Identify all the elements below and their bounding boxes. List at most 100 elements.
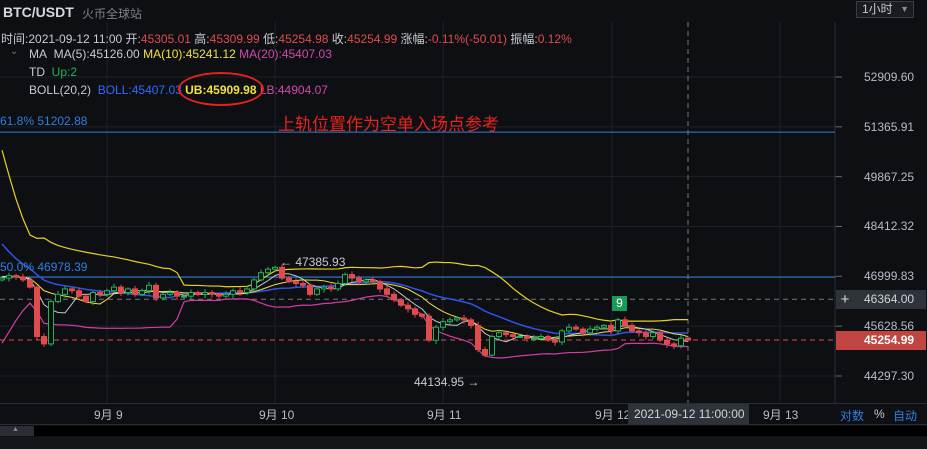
log-scale-toggle[interactable]: 对数	[840, 407, 864, 424]
candle-body	[440, 321, 446, 328]
candle-body	[265, 268, 271, 274]
candle-body	[139, 290, 145, 295]
candle-body	[461, 317, 467, 321]
candle-body	[55, 293, 61, 303]
open-value: 45305.01	[140, 32, 191, 46]
candle-body	[664, 339, 670, 345]
high-label: 高:	[194, 32, 210, 46]
candle-body	[489, 335, 495, 356]
candle-body	[251, 279, 257, 290]
highlight-ellipse	[178, 72, 264, 106]
candle-body	[573, 326, 579, 330]
candle-body	[615, 319, 621, 332]
bottom-bar	[0, 437, 927, 449]
candle-body	[468, 319, 474, 326]
time-value: 2021-09-12 11:00	[28, 32, 123, 46]
price-axis-label: 44297.30	[864, 369, 915, 383]
candle-body	[230, 290, 236, 295]
candle-body	[293, 281, 299, 285]
ma10-value: MA(10):45241.12	[143, 47, 236, 61]
candle-body	[447, 319, 453, 323]
candle-body	[13, 275, 19, 278]
candle-body	[433, 326, 439, 341]
candle-body	[321, 286, 327, 290]
close-label: 收:	[331, 32, 348, 46]
auto-scale-toggle[interactable]: 自动	[893, 407, 917, 424]
candle-body	[174, 292, 180, 297]
x-label: 9月 9	[94, 408, 123, 422]
candle-body	[405, 304, 411, 310]
candle-body	[398, 299, 404, 306]
price-axis-label: 49867.25	[864, 169, 915, 184]
candle-body	[643, 332, 649, 337]
candle-body	[48, 301, 54, 345]
price-axis-label: 52909.60	[864, 70, 915, 84]
candle-body	[678, 337, 684, 347]
candle-body	[608, 324, 614, 332]
candle-body	[531, 337, 537, 340]
amplitude-value: 0.12%	[537, 32, 572, 46]
candle-body	[132, 288, 138, 295]
candle-body	[559, 330, 565, 343]
candle-body	[391, 293, 397, 301]
candle-body	[496, 332, 502, 337]
annotation-text: 上轨位置作为空单入场点参考	[278, 115, 499, 134]
candle-body	[503, 332, 509, 336]
candle-body	[62, 288, 68, 295]
candle-body	[167, 292, 173, 295]
candle-body	[209, 292, 215, 295]
candle-body	[195, 292, 201, 295]
high-marker: ← 47385.93	[280, 255, 346, 269]
candle-body	[300, 283, 306, 286]
boll-lb-value: LB:44904.07	[259, 83, 328, 97]
candle-body	[594, 326, 600, 330]
candle-body	[412, 308, 418, 315]
scrollbar-thumb[interactable]: ▲	[0, 426, 34, 436]
candle-body	[125, 288, 131, 294]
td-legend[interactable]: TD Up:2	[29, 65, 77, 79]
boll-name: BOLL(20,2)	[29, 83, 92, 97]
candle-body	[657, 332, 663, 341]
candle-body	[146, 284, 152, 292]
candle-body	[545, 335, 551, 341]
x-label: 9月 10	[259, 408, 295, 422]
ma5-value: MA(5):45126.00	[53, 47, 140, 61]
candle-body	[223, 293, 229, 297]
price-axis-label: 51365.91	[864, 119, 915, 134]
candle-body	[0, 277, 5, 281]
collapse-chevron-icon[interactable]: ⌄	[10, 46, 18, 57]
time-label: 时间:	[1, 32, 29, 46]
candle-body	[538, 335, 544, 339]
candle-body	[587, 328, 593, 334]
ma-name: MA	[29, 47, 47, 61]
last-price-tag: 45254.99	[836, 331, 926, 350]
candle-body	[622, 319, 628, 326]
td-value: Up:2	[51, 65, 78, 79]
candle-body	[244, 288, 250, 294]
ma20-value: MA(20):45407.03	[239, 47, 332, 61]
candle-body	[41, 335, 47, 345]
candle-body	[20, 276, 26, 281]
candle-body	[118, 286, 124, 294]
candle-body	[90, 292, 96, 303]
candle-body	[454, 317, 460, 321]
ma-legend[interactable]: MA MA(5):45126.00 MA(10):45241.12 MA(20)…	[29, 47, 332, 61]
td-name: TD	[29, 65, 45, 79]
candle-body	[258, 272, 264, 281]
candle-body	[111, 286, 117, 292]
candle-body	[566, 326, 572, 332]
candle-body	[188, 292, 194, 297]
candle-body	[384, 288, 390, 295]
candle-body	[636, 330, 642, 334]
candle-body	[83, 295, 89, 303]
percent-scale-toggle[interactable]: %	[874, 407, 885, 421]
candle-body	[153, 284, 159, 299]
add-alert-plus-icon[interactable]: +	[836, 290, 854, 309]
x-label: 9月 13	[763, 408, 799, 422]
close-value: 45254.99	[347, 32, 398, 46]
candle-body	[27, 279, 33, 288]
low-value: 45254.98	[278, 32, 329, 46]
chart-scrollbar[interactable]	[0, 426, 927, 436]
candle-body	[328, 286, 334, 290]
crosshair-price: 46364.00	[864, 292, 915, 306]
